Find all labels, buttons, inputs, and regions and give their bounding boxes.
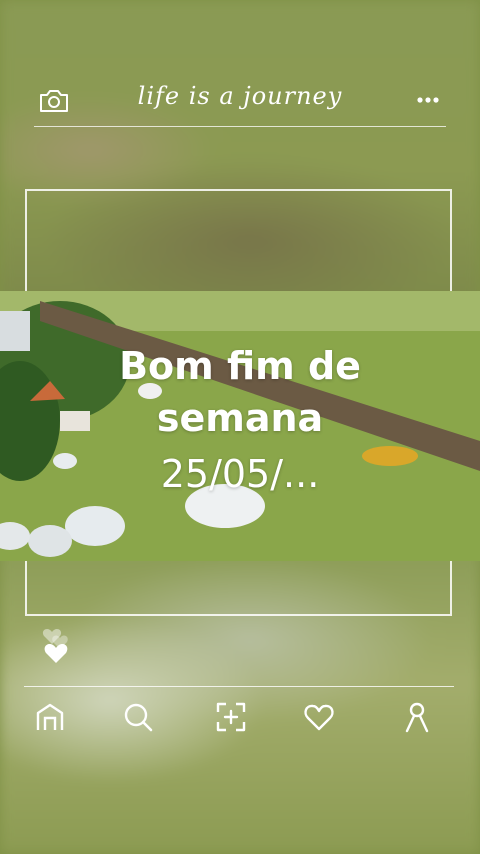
caption-line-2: semana [156, 396, 324, 440]
home-icon[interactable] [33, 700, 67, 734]
floating-hearts-icon [42, 629, 68, 663]
more-icon[interactable] [416, 96, 440, 104]
caption: Bom fim de semana 25/05/... [0, 340, 480, 500]
search-icon[interactable] [121, 700, 155, 734]
scan-add-icon[interactable] [214, 700, 248, 734]
caption-line-1: Bom fim de [119, 344, 361, 388]
heart-icon[interactable] [302, 700, 336, 734]
top-bar: life is a journey [34, 80, 446, 127]
bottom-divider [24, 686, 454, 687]
app-title: life is a journey [137, 82, 343, 110]
profile-icon[interactable] [400, 700, 434, 734]
caption-date: 25/05/... [160, 452, 320, 496]
